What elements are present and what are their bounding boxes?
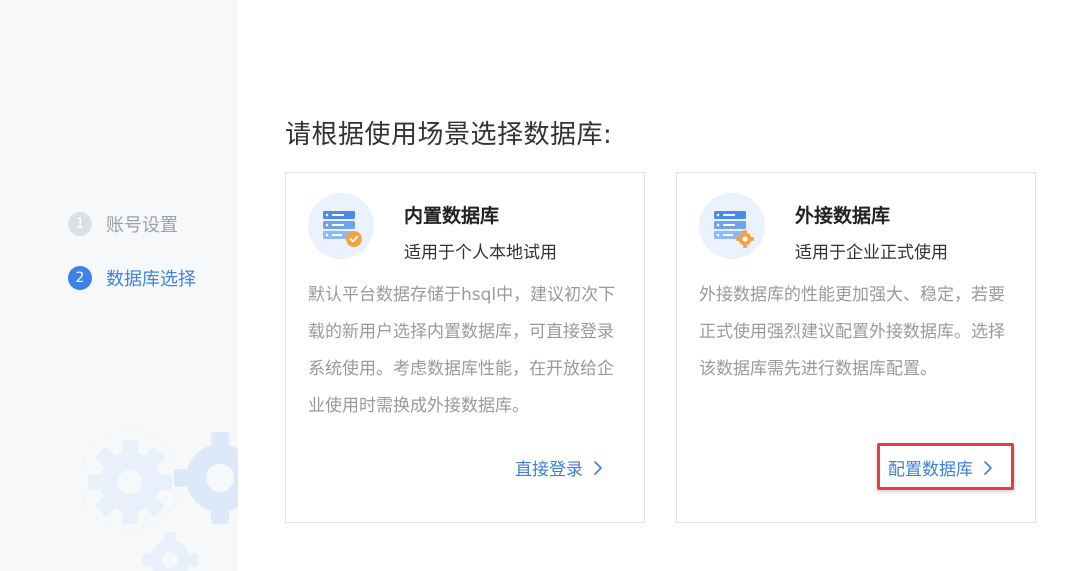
step-label: 数据库选择: [106, 269, 196, 290]
step-database-selection[interactable]: 2 数据库选择: [68, 265, 196, 291]
builtin-database-card[interactable]: 内置数据库 适用于个人本地试用 默认平台数据存储于hsql中，建议初次下载的新用…: [285, 172, 645, 523]
gears-decoration-icon: [79, 429, 238, 571]
step-number: 1: [68, 212, 92, 236]
database-gear-icon: [699, 193, 765, 263]
sidebar: 1 账号设置 2 数据库选择: [0, 0, 238, 571]
card-description: 默认平台数据存储于hsql中，建议初次下载的新用户选择内置数据库，可直接登录系统…: [308, 285, 616, 416]
card-subtitle: 适用于个人本地试用: [404, 243, 557, 263]
page-title: 请根据使用场景选择数据库:: [285, 120, 613, 150]
card-title: 外接数据库: [795, 205, 891, 227]
card-title: 内置数据库: [404, 205, 500, 227]
card-description: 外接数据库的性能更加强大、稳定，若要正式使用强烈建议配置外接数据库。选择该数据库…: [699, 285, 1005, 379]
action-label: 配置数据库: [888, 460, 973, 480]
direct-login-link[interactable]: 直接登录: [515, 455, 603, 480]
action-label: 直接登录: [515, 460, 583, 480]
card-subtitle: 适用于企业正式使用: [795, 243, 948, 263]
step-number: 2: [68, 266, 92, 290]
database-check-icon: [308, 193, 374, 263]
chevron-right-icon: [594, 460, 602, 475]
step-account-settings[interactable]: 1 账号设置: [68, 211, 178, 237]
chevron-right-icon: [984, 460, 992, 475]
step-label: 账号设置: [106, 215, 178, 236]
external-database-card[interactable]: 外接数据库 适用于企业正式使用 外接数据库的性能更加强大、稳定，若要正式使用强烈…: [676, 172, 1036, 523]
configure-database-link[interactable]: 配置数据库: [888, 455, 993, 480]
